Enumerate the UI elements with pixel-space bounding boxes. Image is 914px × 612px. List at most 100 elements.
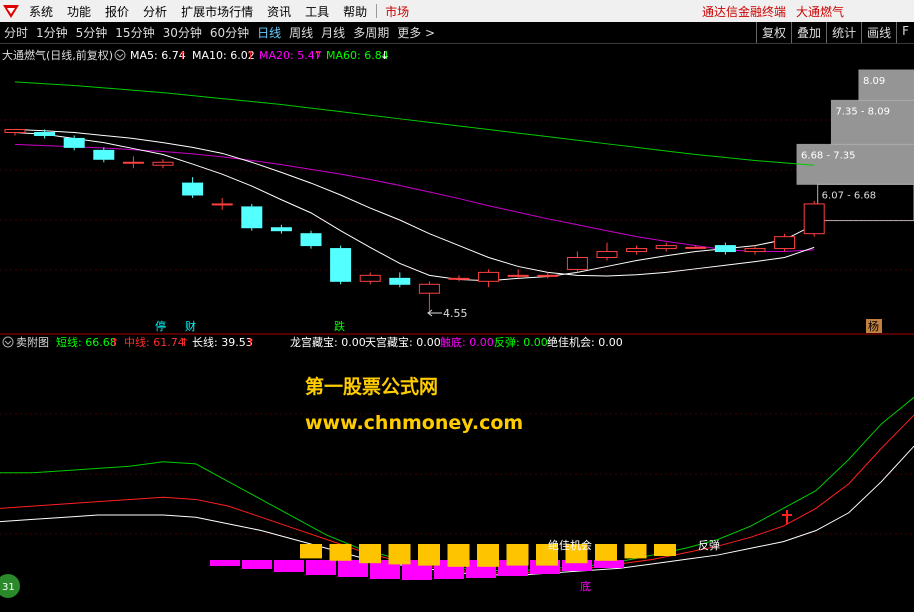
- period-weekly[interactable]: 周线: [285, 24, 317, 41]
- candle-body: [300, 233, 322, 247]
- volume-band-label: 6.07 - 6.68: [822, 190, 877, 201]
- bottom-bar: [242, 560, 272, 569]
- candle-body: [685, 246, 707, 249]
- candle-body: [4, 129, 26, 134]
- candle-body: [418, 283, 440, 294]
- watermark-url: www.chnmoney.com: [305, 412, 523, 434]
- menu-divider: [376, 4, 378, 18]
- menu-function[interactable]: 功能: [60, 3, 98, 20]
- marker-rise: 杨: [868, 319, 879, 333]
- volume-band-label: 7.35 - 8.09: [835, 106, 890, 117]
- chance-bar: [654, 544, 676, 556]
- candle-body: [714, 245, 736, 253]
- main-panel-title: 大通燃气(日线,前复权): [2, 48, 113, 62]
- bottom-bar: [594, 560, 624, 568]
- candle-body: [122, 161, 144, 164]
- mid-line-label: 中线: 61.74: [124, 335, 185, 349]
- candle-body: [211, 203, 233, 206]
- brand-name: 通达信金融终端: [701, 4, 786, 19]
- kline-chart[interactable]: 大通燃气(日线,前复权) MA5: 6.74 ↑ MA10: 6.02 ↑ MA…: [0, 44, 914, 612]
- candle-body: [566, 257, 588, 270]
- main-panel-collapse-icon[interactable]: [114, 49, 126, 61]
- candle-body: [744, 248, 766, 253]
- menu-analysis[interactable]: 分析: [136, 3, 174, 20]
- menu-info[interactable]: 资讯: [260, 3, 298, 20]
- chance-bar: [388, 544, 411, 565]
- chance-bar: [477, 544, 499, 567]
- ma20-arrow: ↑: [313, 49, 322, 62]
- candle-body: [34, 132, 56, 136]
- dragon-palace-label: 龙宫藏宝: 0.00: [290, 335, 366, 349]
- short-line-label: 短线: 66.68: [56, 335, 117, 349]
- chance-bar: [329, 544, 352, 561]
- period-5min[interactable]: 5分钟: [72, 24, 112, 41]
- mid-line-arrow: ↑: [180, 336, 189, 349]
- long-line-label: 长线: 39.53: [192, 335, 253, 349]
- candle-body: [63, 137, 85, 148]
- candle-body: [389, 277, 411, 285]
- sub-panel-collapse-icon[interactable]: [2, 336, 14, 348]
- sub-panel-title: 卖附图: [16, 335, 49, 349]
- volume-profile: 8.09 7.35 - 8.09 6.68 - 7.35 6.07 - 6.68: [796, 69, 914, 222]
- marker-halt: 停: [155, 319, 166, 333]
- main-panel-header: 大通燃气(日线,前复权) MA5: 6.74 ↑ MA10: 6.02 ↑ MA…: [2, 48, 389, 62]
- period-more[interactable]: 更多 >: [393, 24, 439, 41]
- marker-drop: 跌: [334, 319, 345, 333]
- period-multi[interactable]: 多周期: [349, 24, 393, 41]
- best-chance-label: 绝佳机会: 0.00: [547, 335, 623, 349]
- candle-body: [182, 182, 204, 196]
- adjust-button[interactable]: 复权: [756, 22, 791, 43]
- bottom-bar: [210, 560, 240, 566]
- rebound-label: 反弹: 0.00: [494, 335, 548, 349]
- menu-system[interactable]: 系统: [22, 3, 60, 20]
- corner-badge[interactable]: 31: [0, 574, 20, 598]
- ma10-arrow: ↑: [246, 49, 255, 62]
- period-monthly[interactable]: 月线: [317, 24, 349, 41]
- overlay-button[interactable]: 叠加: [791, 22, 826, 43]
- menu-market[interactable]: 市场: [379, 3, 415, 20]
- menu-help[interactable]: 帮助: [336, 3, 374, 20]
- candle-body: [803, 203, 825, 235]
- candle-body: [330, 248, 352, 282]
- stats-button[interactable]: 统计: [826, 22, 861, 43]
- event-markers: 停 财 跌 杨: [155, 319, 882, 333]
- candle-body: [774, 236, 796, 250]
- menu-extended-market[interactable]: 扩展市场行情: [174, 3, 260, 20]
- period-30min[interactable]: 30分钟: [159, 24, 206, 41]
- rebound-marker: 反弹: [698, 538, 720, 552]
- corner-badge-text: 31: [2, 582, 15, 593]
- ma60-line: [14, 81, 815, 166]
- menu-tools[interactable]: 工具: [298, 3, 336, 20]
- candle-body: [507, 274, 529, 277]
- watermark-title: 第一股票公式网: [305, 375, 438, 398]
- period-daily[interactable]: 日线: [253, 24, 285, 41]
- chance-bar: [359, 544, 381, 564]
- app-logo-icon: [0, 0, 22, 22]
- candle-body: [655, 245, 677, 250]
- candle-body: [270, 227, 292, 232]
- candle-body: [359, 274, 381, 282]
- chance-bar: [624, 544, 647, 559]
- period-intraday[interactable]: 分时: [0, 24, 32, 41]
- menu-bar: 系统 功能 报价 分析 扩展市场行情 资讯 工具 帮助 市场 通达信金融终端 大…: [0, 0, 914, 23]
- chance-bar: [418, 544, 440, 566]
- f-button[interactable]: F: [896, 22, 914, 43]
- bottom-bar: [274, 560, 304, 572]
- period-1min[interactable]: 1分钟: [32, 24, 72, 41]
- toolbar-right: 复权 叠加 统计 画线 F: [756, 22, 914, 43]
- ma60-arrow: ↓: [380, 49, 389, 62]
- candle-body: [448, 277, 470, 280]
- period-15min[interactable]: 15分钟: [111, 24, 158, 41]
- draw-button[interactable]: 画线: [861, 22, 896, 43]
- short-line-arrow: ↑: [110, 336, 119, 349]
- menu-quote[interactable]: 报价: [98, 3, 136, 20]
- ma5-arrow: ↑: [178, 49, 187, 62]
- period-60min[interactable]: 60分钟: [206, 24, 253, 41]
- heaven-palace-label: 天宫藏宝: 0.00: [365, 335, 441, 349]
- candle-body: [626, 248, 648, 253]
- chance-bar: [300, 544, 322, 559]
- ma10-line: [14, 129, 815, 277]
- candle-body: [152, 161, 174, 166]
- candle-body: [93, 149, 115, 160]
- candle-body: [537, 274, 559, 277]
